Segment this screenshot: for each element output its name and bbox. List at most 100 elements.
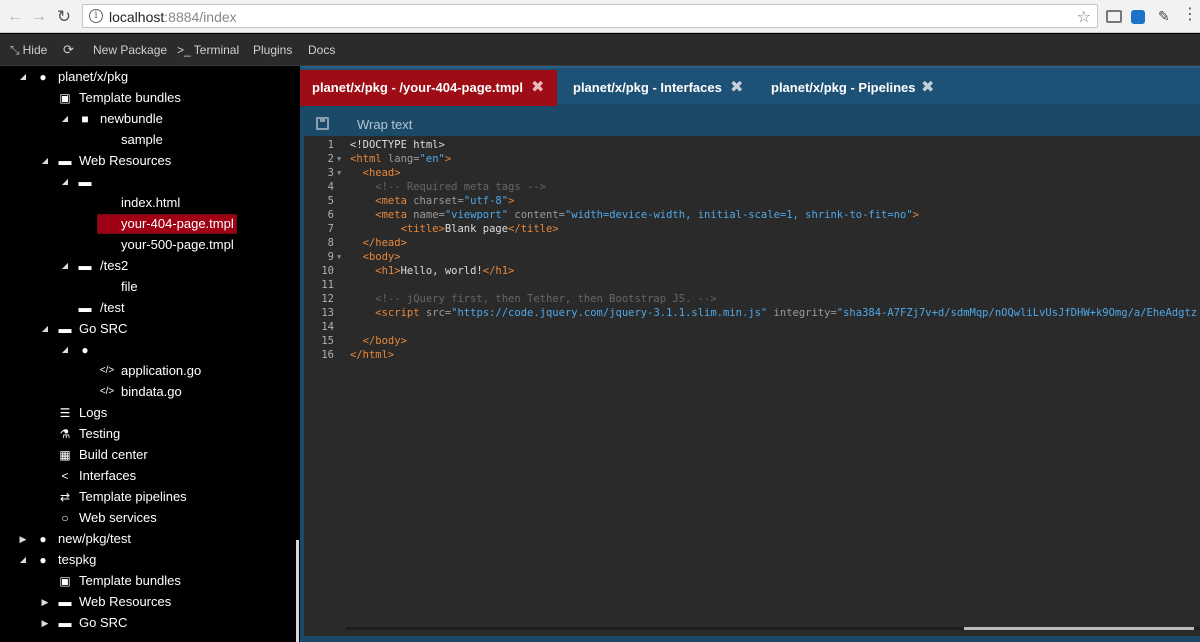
tree-node-test[interactable]: ▬ /test [0,298,298,318]
folder-icon: ▬ [58,594,72,609]
docs-button[interactable]: Docs [308,43,335,57]
caret-right-icon[interactable]: ▶ [40,613,50,633]
save-icon[interactable] [316,117,329,130]
tab-interfaces[interactable]: planet/x/pkg - Interfaces ✖ [561,70,751,106]
editor-toolbar: Wrap text [304,112,1200,136]
refresh-button[interactable]: ⟳ [63,42,74,58]
browser-menu-icon[interactable]: ⋮ [1182,7,1200,25]
tree-node-your-404-page[interactable]: your-404-page.tmpl [0,214,298,234]
plugins-button[interactable]: Plugins [253,43,292,57]
tree-node-web-resources[interactable]: ◢ ▬ Web Resources [0,151,298,171]
tree-node-web-root-folder[interactable]: ◢ ▬ [0,172,298,192]
tree-node-label: tespkg [58,552,97,567]
flask-icon: ⚗ [59,427,71,441]
terminal-button[interactable]: >_ Terminal [177,43,239,57]
tree-node-sample[interactable]: sample [0,130,298,150]
hide-button[interactable]: ⤡ Hide [10,43,47,58]
fold-toggle-icon[interactable]: ▼ [337,152,341,166]
scrollbar-thumb[interactable] [964,627,1194,630]
reload-icon[interactable]: ↻ [55,8,73,26]
line-number: 6 [327,209,334,221]
address-bar[interactable]: i localhost:8884/index ☆ [82,4,1098,28]
caret-down-icon[interactable]: ◢ [18,67,28,87]
tree-node-web-services[interactable]: ○ Web services [0,508,298,528]
tree-node-label: Build center [79,447,148,462]
fold-toggle-icon[interactable]: ▼ [337,166,341,180]
tree-node-tes2[interactable]: ◢ ▬ /tes2 [0,256,298,276]
back-arrow-icon[interactable]: ← [6,8,24,26]
editor-horizontal-scrollbar[interactable] [346,627,1200,630]
square-icon: ■ [81,112,89,126]
tree-node-interfaces[interactable]: < Interfaces [0,466,298,486]
tab-pipelines[interactable]: planet/x/pkg - Pipelines ✖ [759,70,949,106]
share-icon: < [61,469,69,483]
url-text[interactable]: localhost:8884/index [109,9,237,25]
tree-node-template-bundles[interactable]: ▣ Template bundles [0,571,298,591]
tree-node-logs[interactable]: ☰ Logs [0,403,298,423]
code-line: <body> [350,251,401,263]
tree-node-web-resources[interactable]: ▶ ▬ Web Resources [0,592,298,612]
caret-down-icon[interactable]: ◢ [18,550,28,570]
tree-node-label: Web services [79,510,157,525]
tree-node-build-center[interactable]: ▦ Build center [0,445,298,465]
tab-404-page[interactable]: planet/x/pkg - /your-404-page.tmpl ✖ [300,70,557,106]
code-line: <head> [350,167,401,179]
caret-down-icon[interactable]: ◢ [60,109,70,129]
forward-arrow-icon[interactable]: → [30,8,48,26]
tree-node-index-html[interactable]: index.html [0,193,298,213]
cast-icon[interactable] [1106,10,1122,23]
wrap-text-toggle[interactable]: Wrap text [357,117,412,132]
browser-chrome: ← → ↻ i localhost:8884/index ☆ ✎ ⋮ [0,0,1200,33]
tree-node-go-src[interactable]: ▶ ▬ Go SRC [0,613,298,633]
extension-icon[interactable] [1131,10,1145,24]
line-number: 5 [327,195,334,207]
code-line: <title>Blank page</title> [350,223,559,235]
caret-down-icon[interactable]: ◢ [60,256,70,276]
close-icon[interactable]: ✖ [531,70,544,106]
line-number: 9 [327,251,334,263]
caret-right-icon[interactable]: ▶ [40,592,50,612]
line-number: 2 [327,153,334,165]
caret-down-icon[interactable]: ◢ [40,151,50,171]
editor-bottom-border [300,636,1200,642]
new-package-button[interactable]: New Package [93,43,167,57]
pen-extension-icon[interactable]: ✎ [1158,8,1176,26]
tree-node-template-pipelines[interactable]: ⇄ Template pipelines [0,487,298,507]
fold-toggle-icon[interactable]: ▼ [337,250,341,264]
close-icon[interactable]: ✖ [921,70,934,106]
line-number: 8 [327,237,334,249]
code-icon: </> [99,386,115,397]
code-line: <meta charset="utf-8"> [350,195,515,207]
tree-node-file[interactable]: file [0,277,298,297]
tree-node-testing[interactable]: ⚗ Testing [0,424,298,444]
tree-node-label: index.html [121,195,181,210]
tree-node-label: planet/x/pkg [58,69,129,84]
tree-node-newbundle[interactable]: ◢ ■ newbundle [0,109,298,129]
tree-node-your-500-page[interactable]: your-500-page.tmpl [0,235,298,255]
tree-node-template-bundles[interactable]: ◢ ▣ Template bundles [0,88,298,108]
editor-pane: planet/x/pkg - /your-404-page.tmpl ✖ pla… [300,66,1200,642]
caret-down-icon[interactable]: ◢ [60,340,70,360]
tree-node-application-go[interactable]: </> application.go [0,361,298,381]
folder-icon: ▬ [58,615,72,630]
info-icon[interactable]: i [89,9,103,23]
line-number: 14 [321,321,334,333]
close-icon[interactable]: ✖ [730,70,743,106]
caret-down-icon[interactable]: ◢ [40,319,50,339]
tree-node-new-pkg-test[interactable]: ▶ ● new/pkg/test [0,529,298,549]
tree-node-label: Web Resources [79,153,172,168]
caret-right-icon[interactable]: ▶ [18,529,28,549]
sidebar-scrollbar[interactable] [296,540,299,642]
tree-node-bindata-go[interactable]: </> bindata.go [0,382,298,402]
bookmark-star-icon[interactable]: ☆ [1077,7,1091,27]
tree-node-go-root[interactable]: ◢ ● [0,340,298,360]
tree-node-tespkg[interactable]: ◢ ● tespkg [0,550,298,570]
code-editor[interactable]: 1 2 ▼ 3 ▼ 4 5 6 7 8 9 ▼ 10 11 12 13 14 15 16 <!DOCTYPE htm… [304,136,1200,636]
tree-node-label: newbundle [100,111,163,126]
tree-node-planet-x-pkg[interactable]: ◢ ● planet/x/pkg [0,67,298,87]
tree-node-go-src[interactable]: ◢ ▬ Go SRC [0,319,298,339]
caret-down-icon[interactable]: ◢ [60,172,70,192]
bundle-icon: ▣ [59,91,71,105]
line-number: 3 [327,167,334,179]
tree-node-label: Interfaces [79,468,137,483]
